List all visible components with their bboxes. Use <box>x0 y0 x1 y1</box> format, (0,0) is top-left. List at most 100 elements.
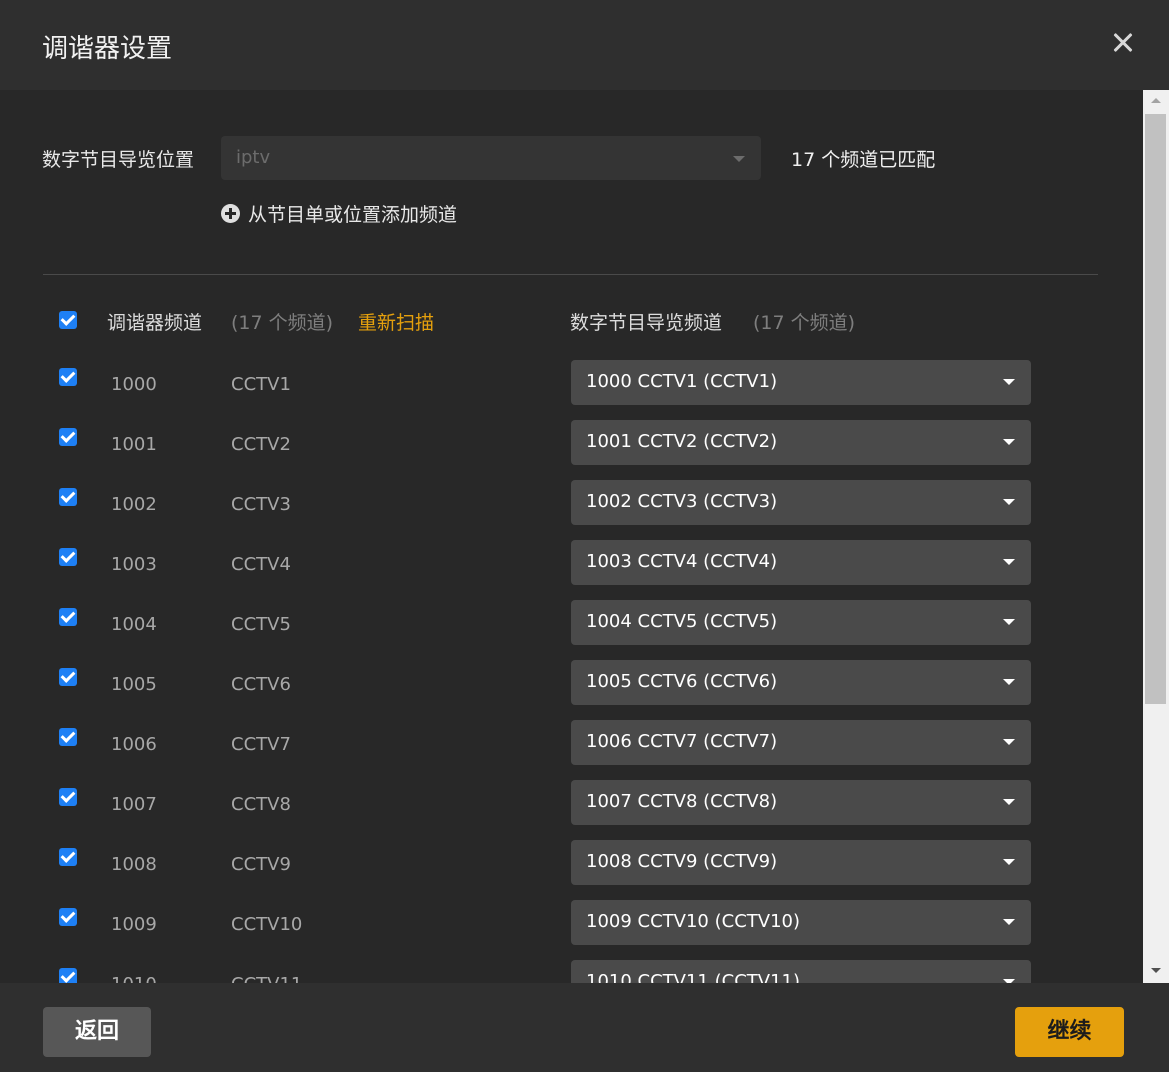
chevron-down-icon <box>1003 439 1015 445</box>
channel-name: CCTV11 <box>231 974 302 983</box>
guide-channel-select[interactable]: 1009 CCTV10 (CCTV10) <box>571 900 1031 945</box>
guide-channel-select[interactable]: 1004 CCTV5 (CCTV5) <box>571 600 1031 645</box>
channel-checkbox[interactable] <box>59 908 77 926</box>
chevron-down-icon <box>1003 859 1015 865</box>
guide-channel-value: 1003 CCTV4 (CCTV4) <box>586 551 778 572</box>
channel-checkbox[interactable] <box>59 548 77 566</box>
guide-channel-select[interactable]: 1008 CCTV9 (CCTV9) <box>571 840 1031 885</box>
back-button[interactable]: 返回 <box>43 1007 151 1057</box>
table-row: 1010 CCTV11 1010 CCTV11 (CCTV11) <box>0 960 1143 983</box>
scroll-thumb[interactable] <box>1145 114 1166 704</box>
chevron-down-icon <box>1003 919 1015 925</box>
guide-channel-select[interactable]: 1000 CCTV1 (CCTV1) <box>571 360 1031 405</box>
table-row: 1007 CCTV8 1007 CCTV8 (CCTV8) <box>0 780 1143 848</box>
close-icon[interactable] <box>1107 26 1139 58</box>
dialog-content: 数字节目导览位置 iptv 17 个频道已匹配 从节目单或位置添加频道 调谐器频… <box>0 90 1143 983</box>
dialog-footer: 返回 继续 <box>0 983 1169 1072</box>
scrollbar[interactable] <box>1143 90 1169 983</box>
table-row: 1009 CCTV10 1009 CCTV10 (CCTV10) <box>0 900 1143 968</box>
table-row: 1008 CCTV9 1008 CCTV9 (CCTV9) <box>0 840 1143 908</box>
matched-count-text: 17 个频道已匹配 <box>791 149 936 171</box>
chevron-down-icon <box>1003 499 1015 505</box>
dialog-header: 调谐器设置 <box>0 0 1169 90</box>
channel-checkbox[interactable] <box>59 968 77 983</box>
scroll-up-arrow-icon[interactable] <box>1151 98 1161 103</box>
table-row: 1006 CCTV7 1006 CCTV7 (CCTV7) <box>0 720 1143 788</box>
rescan-link[interactable]: 重新扫描 <box>358 308 434 335</box>
guide-channels-header: 数字节目导览频道 <box>570 312 723 334</box>
channel-checkbox[interactable] <box>59 848 77 866</box>
guide-channel-select[interactable]: 1003 CCTV4 (CCTV4) <box>571 540 1031 585</box>
guide-location-value: iptv <box>236 147 271 168</box>
channel-number: 1009 <box>111 914 157 935</box>
guide-channel-select[interactable]: 1005 CCTV6 (CCTV6) <box>571 660 1031 705</box>
table-row: 1002 CCTV3 1002 CCTV3 (CCTV3) <box>0 480 1143 548</box>
guide-channel-value: 1000 CCTV1 (CCTV1) <box>586 371 778 392</box>
table-row: 1005 CCTV6 1005 CCTV6 (CCTV6) <box>0 660 1143 728</box>
guide-channel-select[interactable]: 1006 CCTV7 (CCTV7) <box>571 720 1031 765</box>
channel-checkbox[interactable] <box>59 368 77 386</box>
channel-number: 1007 <box>111 794 157 815</box>
channel-name: CCTV7 <box>231 734 291 755</box>
guide-channel-value: 1001 CCTV2 (CCTV2) <box>586 431 778 452</box>
guide-channel-value: 1007 CCTV8 (CCTV8) <box>586 791 778 812</box>
channel-number: 1006 <box>111 734 157 755</box>
channel-checkbox[interactable] <box>59 608 77 626</box>
select-all-checkbox[interactable] <box>59 311 77 329</box>
guide-channel-select[interactable]: 1010 CCTV11 (CCTV11) <box>571 960 1031 983</box>
guide-location-select[interactable]: iptv <box>221 136 761 180</box>
channel-checkbox[interactable] <box>59 428 77 446</box>
chevron-down-icon <box>1003 739 1015 745</box>
channel-name: CCTV1 <box>231 374 291 395</box>
continue-button[interactable]: 继续 <box>1015 1007 1124 1057</box>
guide-channel-value: 1005 CCTV6 (CCTV6) <box>586 671 778 692</box>
guide-location-label: 数字节目导览位置 <box>42 149 195 171</box>
channel-checkbox[interactable] <box>59 488 77 506</box>
dialog-title: 调谐器设置 <box>42 34 173 64</box>
guide-channel-select[interactable]: 1007 CCTV8 (CCTV8) <box>571 780 1031 825</box>
guide-channel-value: 1006 CCTV7 (CCTV7) <box>586 731 778 752</box>
guide-channel-value: 1002 CCTV3 (CCTV3) <box>586 491 778 512</box>
guide-channel-value: 1004 CCTV5 (CCTV5) <box>586 611 778 632</box>
channel-name: CCTV10 <box>231 914 303 935</box>
guide-channel-value: 1009 CCTV10 (CCTV10) <box>586 911 800 932</box>
tuner-channels-count: (17 个频道) <box>231 312 334 334</box>
guide-channels-count: (17 个频道) <box>753 312 856 334</box>
chevron-down-icon <box>1003 379 1015 385</box>
tuner-channels-header: 调谐器频道 <box>107 312 203 334</box>
channel-name: CCTV6 <box>231 674 291 695</box>
scroll-down-arrow-icon[interactable] <box>1151 968 1161 973</box>
channel-checkbox[interactable] <box>59 668 77 686</box>
channel-number: 1005 <box>111 674 157 695</box>
add-circle-icon <box>221 204 240 223</box>
chevron-down-icon <box>733 156 745 162</box>
channel-checkbox[interactable] <box>59 788 77 806</box>
guide-channel-select[interactable]: 1001 CCTV2 (CCTV2) <box>571 420 1031 465</box>
chevron-down-icon <box>1003 559 1015 565</box>
divider <box>43 274 1098 275</box>
chevron-down-icon <box>1003 619 1015 625</box>
channel-checkbox[interactable] <box>59 728 77 746</box>
add-channels-label: 从节目单或位置添加频道 <box>248 204 458 226</box>
channel-name: CCTV5 <box>231 614 291 635</box>
channel-name: CCTV8 <box>231 794 291 815</box>
table-row: 1003 CCTV4 1003 CCTV4 (CCTV4) <box>0 540 1143 608</box>
table-row: 1001 CCTV2 1001 CCTV2 (CCTV2) <box>0 420 1143 488</box>
chevron-down-icon <box>1003 799 1015 805</box>
channel-number: 1008 <box>111 854 157 875</box>
channel-name: CCTV2 <box>231 434 291 455</box>
channel-number: 1010 <box>111 974 157 983</box>
guide-channel-value: 1010 CCTV11 (CCTV11) <box>586 971 800 983</box>
channel-number: 1003 <box>111 554 157 575</box>
channel-name: CCTV9 <box>231 854 291 875</box>
table-row: 1004 CCTV5 1004 CCTV5 (CCTV5) <box>0 600 1143 668</box>
guide-channel-select[interactable]: 1002 CCTV3 (CCTV3) <box>571 480 1031 525</box>
channel-name: CCTV4 <box>231 554 291 575</box>
guide-channel-value: 1008 CCTV9 (CCTV9) <box>586 851 778 872</box>
channel-number: 1001 <box>111 434 157 455</box>
chevron-down-icon <box>1003 679 1015 685</box>
channel-name: CCTV3 <box>231 494 291 515</box>
table-row: 1000 CCTV1 1000 CCTV1 (CCTV1) <box>0 360 1143 428</box>
channel-number: 1002 <box>111 494 157 515</box>
channel-number: 1000 <box>111 374 157 395</box>
